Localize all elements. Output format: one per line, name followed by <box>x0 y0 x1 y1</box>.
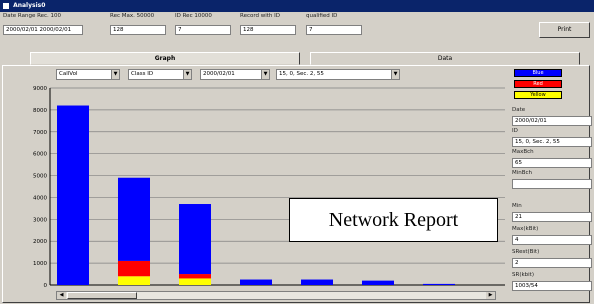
scrollbar-thumb[interactable] <box>67 292 137 299</box>
side-label-maxbch: MaxBch <box>512 149 534 155</box>
bar-segment <box>118 276 150 285</box>
legend-item-blue: Blue <box>514 69 562 77</box>
side-field-maxbch[interactable]: 65 <box>512 158 592 168</box>
side-label-sr-kbit: SR(kbit) <box>512 272 534 278</box>
y-tick-label: 6000 <box>33 152 47 158</box>
overlay-caption: Network Report <box>289 198 498 242</box>
analysis-window: Analysis0 Date Range Rec. 100 2000/02/01… <box>0 0 594 304</box>
bar-segment <box>118 260 150 277</box>
side-field-id[interactable]: 15, 0, Sec. 2, 55 <box>512 137 592 147</box>
side-label-date: Date <box>512 107 526 113</box>
side-label-minbch: MinBch <box>512 170 533 176</box>
y-tick-label: 3000 <box>33 217 47 223</box>
side-label-min: Min <box>512 203 522 209</box>
scroll-right-icon[interactable]: ▶ <box>486 292 495 299</box>
side-label-id: ID <box>512 128 518 134</box>
y-tick-label: 9000 <box>33 86 47 92</box>
side-field-max-kbit[interactable]: 4 <box>512 235 592 245</box>
bar-segment <box>301 279 333 285</box>
y-tick-label: 2000 <box>33 239 47 245</box>
bar-segment <box>57 105 89 285</box>
side-label-srest-bit: SRest(Bit) <box>512 249 540 255</box>
y-tick-label: 4000 <box>33 195 47 201</box>
y-tick-label: 5000 <box>33 174 47 180</box>
bar-segment <box>179 274 211 279</box>
side-field-min[interactable]: 21 <box>512 212 592 222</box>
bar-segment <box>179 204 211 275</box>
bar-segment <box>179 278 211 285</box>
bar-chart: 0 1000 2000 3000 4000 5000 6000 7000 8000 9000 <box>33 86 505 289</box>
legend-item-red: Red <box>514 80 562 88</box>
side-field-sr-kbit[interactable]: 1003/54 <box>512 281 592 291</box>
side-field-minbch[interactable] <box>512 179 592 189</box>
bar-segment <box>118 177 150 261</box>
legend-item-yellow: Yellow <box>514 91 562 99</box>
bar-segment <box>423 283 455 285</box>
bar-segment <box>362 280 394 285</box>
side-label-max-kbit: Max(kBit) <box>512 226 539 232</box>
horizontal-scrollbar[interactable]: ◀ ▶ <box>56 291 496 300</box>
scroll-left-icon[interactable]: ◀ <box>57 292 66 299</box>
y-tick-label: 1000 <box>33 261 47 267</box>
y-tick-label: 0 <box>44 283 48 289</box>
y-tick-label: 8000 <box>33 108 47 114</box>
side-field-date[interactable]: 2000/02/01 <box>512 116 592 126</box>
bar-segment <box>240 279 272 285</box>
y-tick-label: 7000 <box>33 130 47 136</box>
side-field-srest-bit[interactable]: 2 <box>512 258 592 268</box>
